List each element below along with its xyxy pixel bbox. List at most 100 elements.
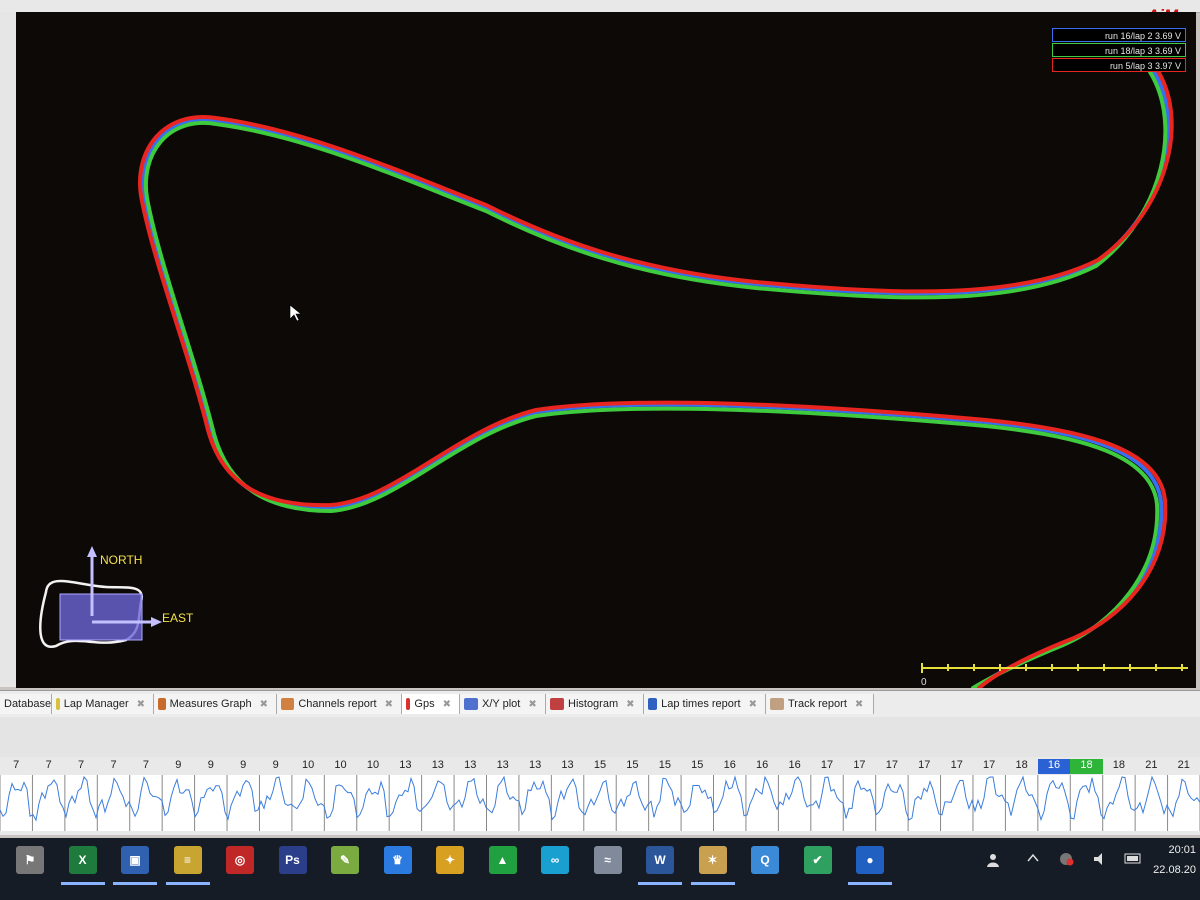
chevron-up-icon[interactable] [1027,853,1039,863]
tab-gps[interactable]: Gps ✖ [402,694,460,714]
network-alert-icon[interactable] [1058,851,1074,867]
speed-trace-overview[interactable] [0,775,1200,831]
close-icon[interactable]: ✖ [855,699,863,710]
lap-marker[interactable]: 7 [65,759,97,774]
battery-icon[interactable] [1124,851,1142,865]
tab-database[interactable]: Database [0,694,52,714]
close-icon[interactable]: ✖ [749,699,757,710]
lap-marker[interactable]: 15 [681,759,713,774]
histogram-icon [550,698,564,710]
lap-marker[interactable]: 10 [357,759,389,774]
xy-plot-icon [464,698,478,710]
image-app-icon[interactable]: ✶ [698,846,727,874]
lap-marker[interactable]: 16 [746,759,778,774]
excel-icon[interactable]: X [68,846,97,874]
race-studio-icon[interactable]: ◎ [226,846,254,874]
running-indicator [60,882,105,885]
legend-run16: run 16/lap 2 3.69 V [1052,28,1186,42]
scale-bar [921,663,1188,673]
east-label: EAST [162,611,194,625]
lap-marker[interactable]: 15 [616,759,648,774]
lap-marker[interactable]: 17 [843,759,875,774]
tab-lap-manager[interactable]: Lap Manager ✖ [52,694,154,714]
photoshop-icon[interactable]: Ps [278,846,307,874]
browser-icon[interactable]: Q [751,846,779,874]
track-report-icon [770,698,784,710]
app-icon[interactable]: ✎ [331,846,359,874]
tab-x-y-plot[interactable]: X/Y plot ✖ [460,694,546,714]
tab-track-report[interactable]: Track report ✖ [766,694,874,714]
lap-marker[interactable]: 15 [649,759,681,774]
lap-marker[interactable]: 17 [941,759,973,774]
lap-marker[interactable]: 7 [97,759,129,774]
tab-label: Histogram [568,698,619,710]
tab-lap-times-report[interactable]: Lap times report ✖ [644,694,766,714]
graph-app-icon[interactable]: ≈ [593,846,622,874]
channels-report-icon [281,698,295,710]
lap-marker[interactable]: 13 [551,759,583,774]
database-tool-icon[interactable]: ≡ [173,846,202,874]
left-panel-edge [0,12,17,687]
save-icon[interactable]: ▣ [121,846,149,874]
track-svg [39,66,1188,688]
tab-channels-report[interactable]: Channels report ✖ [277,694,402,714]
close-icon[interactable]: ✖ [137,699,145,710]
tab-label: Channels report [298,698,377,710]
close-icon[interactable]: ✖ [626,699,634,710]
map-app-icon[interactable]: ✔ [803,846,832,874]
lap-marker[interactable]: 18 [1103,759,1135,774]
lap-marker[interactable]: 13 [519,759,551,774]
pyramid-icon[interactable]: ▲ [488,846,517,874]
tab-label: Measures Graph [169,698,252,710]
volume-icon[interactable] [1092,851,1108,867]
lap-marker[interactable]: 13 [486,759,518,774]
lap-marker[interactable]: 17 [973,759,1005,774]
start-flag-icon[interactable]: ⚑ [16,846,44,874]
lap-marker[interactable]: 16 [778,759,810,774]
lap-marker[interactable]: 21 [1168,759,1200,774]
lap-marker[interactable]: 7 [130,759,162,774]
tab-label: Track report [788,698,847,710]
lap-marker[interactable]: 10 [324,759,356,774]
tab-bar: Database Lap Manager ✖ Measures Graph ✖ Chann… [0,690,1200,718]
close-icon[interactable]: ✖ [528,699,536,710]
crown-icon[interactable]: ♛ [383,846,412,874]
lap-marker[interactable]: 21 [1135,759,1167,774]
lap-marker[interactable]: 9 [259,759,291,774]
globe-icon[interactable]: ● [856,846,884,874]
lap-marker[interactable]: 7 [32,759,64,774]
system-clock[interactable]: 20:01 22.08.20 [1153,840,1196,880]
people-icon[interactable] [985,852,1001,868]
lap-marker[interactable]: 13 [422,759,454,774]
lap-marker[interactable]: 17 [908,759,940,774]
lap-marker[interactable]: 9 [162,759,194,774]
tab-measures-graph[interactable]: Measures Graph ✖ [154,694,277,714]
lap-marker[interactable]: 16 [1037,759,1071,774]
lap-marker[interactable]: 17 [876,759,908,774]
lap-marker[interactable]: 18 [1005,759,1037,774]
lap-marker[interactable]: 15 [584,759,616,774]
tab-histogram[interactable]: Histogram ✖ [546,694,644,714]
close-icon[interactable]: ✖ [260,699,268,710]
lap-marker[interactable]: 18 [1070,759,1103,774]
gps-map-view[interactable]: run 16/lap 2 3.69 V run 18/lap 3 3.69 V … [16,12,1196,688]
lap-marker[interactable]: 7 [0,759,32,774]
tab-label: Lap times report [661,698,741,710]
lap-marker[interactable]: 9 [227,759,259,774]
puzzle-icon[interactable]: ✦ [436,846,464,874]
windows-taskbar: ⚑ X ▣ ≡ ◎ Ps ✎ ♛ ✦ ▲ ∞ ≈ W ✶ Q ✔ ● 20:01 22.08.20 [0,838,1200,900]
running-indicator [113,882,157,885]
word-icon[interactable]: W [646,846,674,874]
lap-marker[interactable]: 9 [195,759,227,774]
mini-map-viewport [59,593,143,641]
lap-marker[interactable]: 13 [389,759,421,774]
lap-marker[interactable]: 10 [292,759,324,774]
close-icon[interactable]: ✖ [443,699,451,710]
lap-marker[interactable]: 13 [454,759,486,774]
lap-marker[interactable]: 17 [811,759,843,774]
lap-strip-panel: 7 7 7 7 7 9 9 9 9 10 10 10 13 13 13 13 13 13 15 15 15 15 16 16 1… [0,717,1200,835]
arduino-icon[interactable]: ∞ [541,846,569,874]
close-icon[interactable]: ✖ [385,699,393,710]
scale-zero-label: 0 [921,677,927,688]
lap-marker[interactable]: 16 [714,759,746,774]
